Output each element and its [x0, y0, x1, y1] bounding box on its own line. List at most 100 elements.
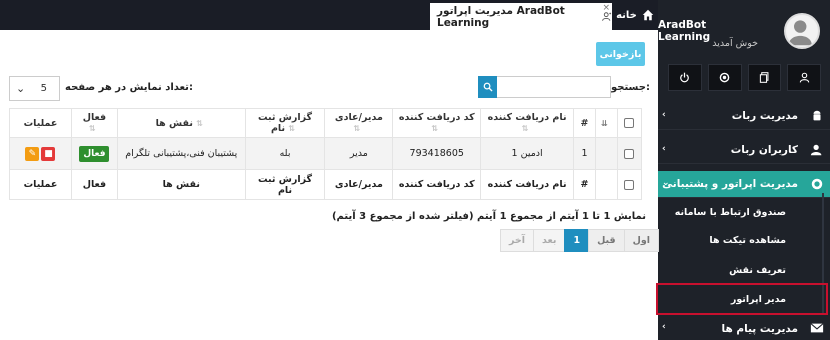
search-icon	[483, 82, 493, 92]
submenu-define-role[interactable]: تعریف نقش	[658, 255, 830, 285]
submenu-view-tickets-label: مشاهده تیکت ها	[709, 234, 786, 246]
tab-operator-label: مدیریت اپراتور AradBot Learning	[437, 4, 565, 29]
foot-active: فعال	[70, 169, 118, 200]
sort-icon: ⇅	[288, 124, 296, 133]
col-roles[interactable]: نقش ها ⇅	[116, 108, 246, 138]
avatar	[784, 13, 820, 49]
chevron-left-icon: ‹	[662, 144, 666, 154]
tab-home[interactable]: خانه	[612, 0, 658, 30]
pager-last[interactable]: آخر	[500, 229, 535, 252]
user-icon	[799, 72, 809, 83]
sidebar: AradBot Learning خوش آمدید مدیریت ربات ‹…	[656, 0, 830, 340]
sort-icon: ⇅	[196, 118, 203, 128]
sort-desc-icon: ⇊	[601, 118, 608, 128]
menu-message-management-label: مدیریت پیام ها	[721, 322, 799, 335]
envelope-icon	[810, 323, 824, 333]
cell-roles: پشتیبان فنی،پشتیبانی تلگرام	[116, 137, 246, 170]
cell-active: فعال	[70, 137, 118, 170]
search-button[interactable]	[478, 76, 497, 98]
page-size-value: 5	[40, 83, 47, 94]
support-icon	[811, 178, 823, 190]
lifebuoy-icon	[719, 72, 730, 83]
foot-actions: عملیات	[9, 169, 72, 200]
pagination: اول قبل 1 بعد آخر	[500, 229, 660, 252]
foot-empty	[594, 169, 618, 200]
table-row[interactable]: ✎ ■ فعال پشتیبان فنی،پشتیبانی تلگرام بله …	[9, 137, 643, 170]
home-icon	[642, 9, 654, 21]
table-header-row: عملیات فعال ⇅ نقش ها ⇅ گزارش ثبت نام ⇅ م…	[9, 108, 643, 138]
footer-checkbox[interactable]	[624, 179, 635, 190]
row-checkbox[interactable]	[624, 148, 635, 159]
table-footer-row: عملیات فعال نقش ها گزارش ثبت نام مدیر/عا…	[9, 169, 643, 200]
top-bar: خانه مدیریت اپراتور AradBot Learning ×	[0, 0, 658, 30]
cell-empty	[594, 137, 618, 170]
submenu-view-tickets[interactable]: مشاهده تیکت ها	[658, 225, 830, 255]
col-select-all[interactable]	[616, 108, 643, 138]
foot-receiver-name: نام دریافت کننده	[480, 169, 574, 200]
operators-table: عملیات فعال ⇅ نقش ها ⇅ گزارش ثبت نام ⇅ م…	[9, 108, 643, 200]
pager-current[interactable]: 1	[564, 229, 590, 252]
active-badge[interactable]: فعال	[79, 145, 110, 162]
delete-icon[interactable]: ■	[41, 146, 56, 161]
users-icon	[810, 144, 822, 156]
pager-first[interactable]: اول	[623, 229, 660, 252]
menu-bot-management[interactable]: مدیریت ربات ‹	[658, 103, 830, 130]
menu-bot-management-label: مدیریت ربات	[731, 110, 798, 122]
foot-select	[616, 169, 643, 200]
documents-icon	[759, 72, 769, 83]
search-input[interactable]	[478, 76, 611, 98]
documents-button[interactable]	[747, 64, 782, 91]
avatar-user-icon	[788, 20, 812, 46]
foot-report: گزارش ثبت نام	[244, 169, 326, 200]
pager-next[interactable]: بعد	[533, 229, 566, 252]
row-actions: ✎ ■	[9, 137, 72, 170]
submenu-system-inbox[interactable]: صندوق ارتباط با سامانه	[658, 197, 830, 227]
col-active[interactable]: فعال ⇅	[70, 108, 118, 138]
close-tab-icon[interactable]: ×	[602, 3, 610, 13]
search-label: جستجو:	[611, 82, 650, 93]
foot-role-type: مدیر/عادی	[324, 169, 394, 200]
foot-num: #	[573, 169, 596, 200]
home-tab-label: خانه	[616, 9, 637, 21]
cell-role-type: مدیر	[324, 137, 394, 170]
support-button[interactable]	[707, 64, 742, 91]
menu-bot-users[interactable]: کاربران ربات ‹	[658, 137, 830, 164]
sort-icon: ⇅	[521, 124, 529, 133]
col-sort-select[interactable]: ⇊	[594, 108, 618, 138]
edit-icon[interactable]: ✎	[25, 146, 40, 161]
submenu-define-role-label: تعریف نقش	[729, 264, 786, 276]
sort-icon: ⇅	[353, 124, 361, 133]
power-button[interactable]	[668, 64, 702, 91]
chevron-left-icon: ‹	[662, 110, 666, 120]
profile-button[interactable]	[787, 64, 821, 91]
menu-operator-support[interactable]: مدیریت اپراتور و پشتیبانی ⌄	[658, 171, 830, 198]
col-receiver-name[interactable]: نام دریافت کننده ⇅	[480, 108, 574, 138]
selection-highlight	[656, 283, 828, 315]
sort-icon: ⇅	[89, 124, 96, 133]
menu-message-management[interactable]: مدیریت پیام ها ‹	[658, 315, 830, 340]
sort-icon: ⇅	[431, 124, 439, 133]
col-report[interactable]: گزارش ثبت نام ⇅	[244, 108, 326, 138]
table-info-text: نمایش 1 تا 1 آیتم از مجموع 1 آیتم (فیلتر…	[331, 211, 646, 222]
tab-operator-management[interactable]: مدیریت اپراتور AradBot Learning ×	[430, 3, 612, 30]
submenu-system-inbox-label: صندوق ارتباط با سامانه	[674, 206, 786, 218]
reload-button[interactable]: بازخوانی	[596, 42, 645, 66]
col-actions: عملیات	[9, 108, 72, 138]
col-receiver-code[interactable]: کد دریافت کننده ⇅	[392, 108, 482, 138]
chevron-left-icon: ‹	[662, 322, 666, 332]
select-all-checkbox[interactable]	[624, 118, 635, 128]
foot-roles: نقش ها	[116, 169, 246, 200]
cell-num: 1	[573, 137, 596, 170]
menu-operator-support-label: مدیریت اپراتور و پشتیبانی	[662, 178, 798, 190]
power-icon	[680, 72, 690, 83]
col-num[interactable]: #	[573, 108, 596, 138]
profile-welcome: خوش آمدید	[712, 38, 758, 49]
page-size-label: تعداد نمایش در هر صفحه:	[65, 82, 193, 93]
col-role-type[interactable]: مدیر/عادی ⇅	[324, 108, 394, 138]
chevron-down-icon: ⌄	[16, 82, 26, 95]
cell-select	[616, 137, 643, 170]
pager-prev[interactable]: قبل	[588, 229, 625, 252]
foot-receiver-code: کد دریافت کننده	[392, 169, 482, 200]
page-size-select[interactable]: ⌄ 5	[9, 76, 60, 101]
menu-bot-users-label: کاربران ربات	[730, 144, 798, 156]
